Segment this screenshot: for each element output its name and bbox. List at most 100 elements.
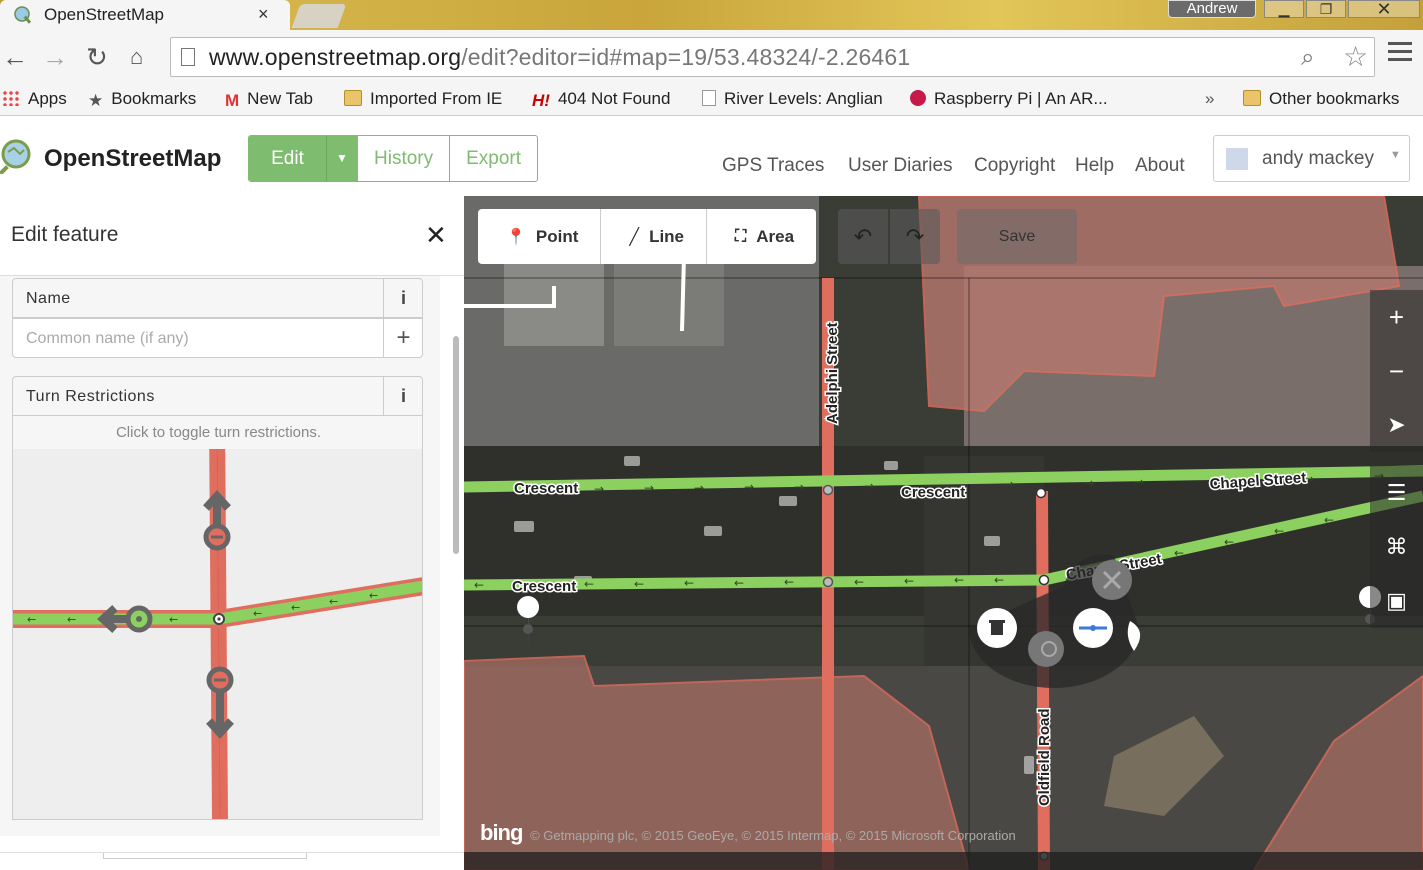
export-button[interactable]: Export xyxy=(449,136,537,181)
bookmark-new-tab[interactable]: M New Tab xyxy=(225,89,313,110)
nav-copyright[interactable]: Copyright xyxy=(974,155,1055,177)
map-data-icon[interactable]: ⌘ xyxy=(1370,520,1423,574)
browser-tab-strip: OpenStreetMap × Andrew ▁ ❐ ✕ xyxy=(0,0,1423,30)
area-icon: ⛶ xyxy=(735,227,747,245)
tab-close-icon[interactable]: × xyxy=(258,4,269,25)
svg-text:←: ← xyxy=(1324,513,1334,527)
editor-mode-toolbar: 📍 Point ╱ Line ⛶ Area xyxy=(478,209,817,264)
svg-text:←: ← xyxy=(369,589,378,602)
svg-text:←: ← xyxy=(1174,546,1184,560)
nav-user-diaries[interactable]: User Diaries xyxy=(848,155,953,177)
bookmark-other[interactable]: Other bookmarks xyxy=(1243,89,1399,109)
map-imagery[interactable]: →→→→→ →→→→→→ ←←←←←← ←←←← ←←←← Crescent C… xyxy=(464,196,1423,870)
svg-text:←: ← xyxy=(67,613,76,626)
address-bar[interactable]: www.openstreetmap.org/edit?editor=id#map… xyxy=(170,37,1375,77)
sidebar-scrollbar[interactable] xyxy=(453,336,459,554)
undo-icon[interactable]: ↶ xyxy=(838,209,888,264)
chevron-down-icon[interactable]: ▼ xyxy=(326,136,357,181)
page-icon xyxy=(702,90,716,106)
disconnect-icon[interactable] xyxy=(1028,631,1064,667)
window-close-icon[interactable]: ✕ xyxy=(1348,0,1420,18)
street-label-crescent: Crescent xyxy=(514,480,578,497)
svg-text:←: ← xyxy=(634,577,644,591)
sidebar-header: Edit feature ✕ xyxy=(0,196,464,276)
turn-restrictions-hint: Click to toggle turn restrictions. xyxy=(13,416,422,449)
straighten-icon[interactable] xyxy=(1073,608,1113,648)
zoom-out-icon[interactable]: − xyxy=(1370,344,1423,398)
new-tab-button[interactable] xyxy=(291,4,347,28)
add-point-button[interactable]: 📍 Point xyxy=(478,209,602,264)
back-icon[interactable]: ← xyxy=(2,43,28,71)
bookmark-404-not-found[interactable]: H! 404 Not Found xyxy=(532,89,670,110)
add-area-button[interactable]: ⛶ Area xyxy=(707,209,817,264)
sidebar-footer xyxy=(0,852,464,870)
tab-title: OpenStreetMap xyxy=(44,5,165,24)
svg-text:→: → xyxy=(794,480,804,494)
redo-icon[interactable]: ↷ xyxy=(890,209,940,264)
street-label-oldfield-road: Oldfield Road xyxy=(1036,709,1053,807)
restore-icon[interactable]: ❐ xyxy=(1306,0,1346,18)
nav-about[interactable]: About xyxy=(1135,155,1185,177)
window-user-badge[interactable]: Andrew xyxy=(1168,0,1256,18)
name-input[interactable]: Common name (if any) + xyxy=(12,318,423,358)
turn-restrictions-diagram[interactable]: ← ← ← ← ← ← ← xyxy=(13,416,423,820)
bookmark-apps[interactable]: Apps xyxy=(2,89,67,109)
osm-logo-icon xyxy=(0,139,31,174)
save-button[interactable]: Save xyxy=(957,209,1077,264)
street-label-adelphi-street: Adelphi Street xyxy=(824,322,841,424)
folder-icon xyxy=(1243,90,1261,106)
svg-text:←: ← xyxy=(27,613,36,626)
map-canvas[interactable]: →→→→→ →→→→→→ ←←←←←← ←←←← ←←←← Crescent C… xyxy=(464,196,1423,870)
edit-button-group: Edit ▼ History Export xyxy=(248,135,539,182)
browser-tab[interactable]: OpenStreetMap × xyxy=(0,0,290,30)
osm-favicon-icon xyxy=(14,6,32,24)
history-button[interactable]: History xyxy=(357,136,449,181)
forward-icon[interactable]: → xyxy=(42,43,68,71)
bookmarks-overflow-icon[interactable]: » xyxy=(1205,89,1214,109)
minimize-icon[interactable]: ▁ xyxy=(1264,0,1304,18)
svg-text:←: ← xyxy=(1274,524,1284,538)
help-icon[interactable]: ▣ xyxy=(1370,574,1423,628)
bookmark-imported-from-ie[interactable]: Imported From IE xyxy=(344,89,502,109)
nav-help[interactable]: Help xyxy=(1075,155,1114,177)
search-icon[interactable]: ⌕ xyxy=(1301,44,1314,72)
svg-text:←: ← xyxy=(584,577,594,591)
geolocate-icon[interactable]: ➤ xyxy=(1370,398,1423,452)
bookmark-star-icon[interactable]: ☆ xyxy=(1343,40,1368,73)
svg-text:→: → xyxy=(1134,475,1144,489)
sidebar-title: Edit feature xyxy=(11,223,119,246)
add-icon[interactable]: + xyxy=(383,319,423,357)
gmail-icon: M xyxy=(225,91,240,110)
turn-restrictions-label: Turn Restrictions i xyxy=(12,376,423,416)
browser-menu-icon[interactable] xyxy=(1388,42,1412,64)
svg-text:→: → xyxy=(594,482,604,496)
bookmark-bookmarks[interactable]: ★ Bookmarks xyxy=(88,89,196,110)
bookmark-raspberry-pi[interactable]: Raspberry Pi | An AR... xyxy=(910,89,1108,109)
delete-icon[interactable] xyxy=(977,608,1017,648)
site-title[interactable]: OpenStreetMap xyxy=(44,145,221,173)
svg-text:←: ← xyxy=(329,595,338,608)
footer-button[interactable] xyxy=(103,853,307,859)
svg-text:→: → xyxy=(864,479,874,493)
zoom-in-icon[interactable]: + xyxy=(1370,290,1423,344)
turn-restrictions-panel[interactable]: ← ← ← ← ← ← ← Click to toggle turn restr… xyxy=(12,416,423,820)
info-icon[interactable]: i xyxy=(383,377,423,415)
svg-text:←: ← xyxy=(784,575,794,589)
layers-icon[interactable]: ☰ xyxy=(1370,466,1423,520)
split-icon[interactable] xyxy=(1092,560,1132,600)
bookmark-river-levels[interactable]: River Levels: Anglian xyxy=(702,89,883,109)
close-icon[interactable]: ✕ xyxy=(425,220,447,251)
point-icon: 📍 xyxy=(506,228,526,246)
user-name: andy mackey xyxy=(1262,148,1374,169)
nav-gps-traces[interactable]: GPS Traces xyxy=(722,155,824,177)
map-footer-bar xyxy=(464,852,1423,870)
info-icon[interactable]: i xyxy=(383,279,423,317)
svg-text:→: → xyxy=(1084,476,1094,490)
reload-icon[interactable]: ↻ xyxy=(86,43,108,71)
name-field-label: Name i xyxy=(12,278,423,318)
add-line-button[interactable]: ╱ Line xyxy=(601,209,708,264)
home-icon[interactable]: ⌂ xyxy=(130,43,143,71)
svg-text:→: → xyxy=(1004,477,1014,491)
user-menu[interactable]: andy mackey ▼ xyxy=(1213,135,1410,182)
edit-button[interactable]: Edit xyxy=(249,136,326,181)
